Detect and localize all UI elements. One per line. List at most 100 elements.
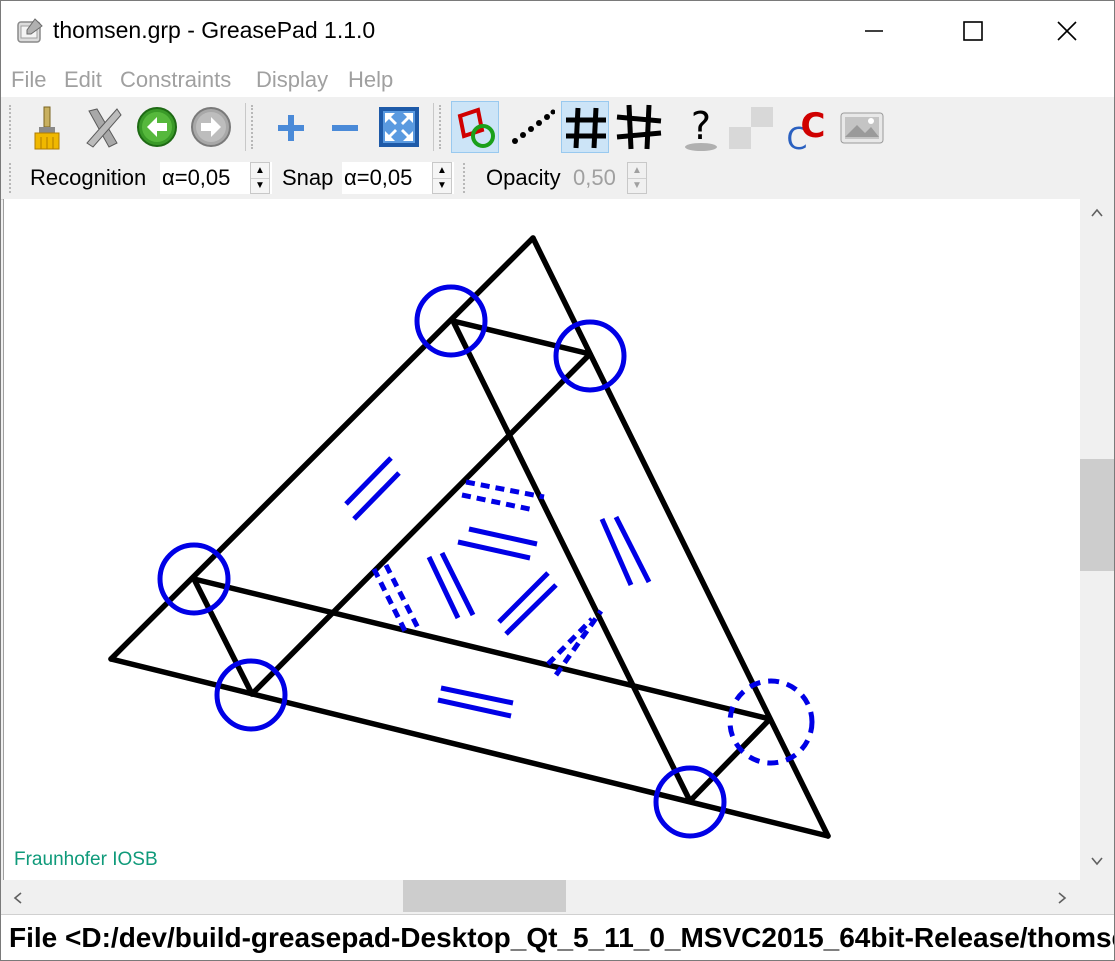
maximize-icon	[963, 21, 983, 41]
snap-spin-buttons: ▲ ▼	[432, 162, 452, 194]
scroll-up-arrow-icon[interactable]	[1090, 203, 1104, 226]
toggle-segments-button[interactable]	[561, 101, 609, 153]
scroll-corner	[1080, 880, 1114, 912]
background-button[interactable]	[727, 101, 775, 153]
parallel-marker	[352, 471, 401, 521]
menu-help[interactable]: Help	[348, 67, 393, 93]
line-segment	[450, 318, 693, 804]
drawing-canvas[interactable]: Fraunhofer IOSB	[3, 199, 1081, 880]
spin-up-arrow-icon[interactable]: ▲	[251, 163, 269, 179]
horizontal-scroll-thumb[interactable]	[403, 880, 566, 912]
svg-text:?: ?	[691, 104, 711, 148]
parallel-marker	[613, 515, 652, 584]
recognition-label: Recognition	[30, 165, 147, 190]
parallel-marker	[344, 456, 393, 506]
scroll-down-arrow-icon[interactable]	[1090, 851, 1104, 874]
parallel-marker	[457, 539, 531, 561]
background-checkerboard-icon	[729, 107, 773, 149]
fit-view-icon	[379, 107, 419, 147]
help-button[interactable]: ?	[677, 101, 725, 153]
close-icon	[1057, 21, 1077, 41]
parallel-marker	[599, 517, 634, 587]
toolbar-grip[interactable]	[251, 105, 256, 149]
zoom-in-button[interactable]	[267, 101, 315, 153]
opacity-value[interactable]: 0,50	[573, 165, 616, 191]
parallel-marker	[468, 526, 538, 547]
brush-icon	[34, 106, 60, 150]
opacity-spin-buttons: ▲ ▼	[627, 162, 647, 194]
show-segments-icon	[566, 107, 606, 149]
spin-up-arrow-icon[interactable]: ▲	[433, 163, 451, 179]
toolbar-separator	[245, 103, 246, 151]
color-icon: C C	[787, 106, 826, 153]
screenshot-button[interactable]	[837, 101, 885, 153]
zoom-out-icon	[332, 125, 358, 131]
zoom-in-icon	[278, 115, 304, 141]
undo-button[interactable]	[133, 101, 181, 153]
snap-label: Snap	[282, 165, 334, 190]
redo-button[interactable]	[187, 101, 235, 153]
screenshot-icon	[840, 112, 884, 144]
help-icon: ?	[685, 104, 717, 151]
toggle-lines-button[interactable]	[615, 101, 663, 153]
color-button[interactable]: C C	[781, 101, 829, 153]
line-segment	[108, 235, 536, 662]
spin-down-arrow-icon[interactable]: ▼	[628, 178, 646, 193]
toolbar-grip[interactable]	[439, 105, 444, 149]
sketch-strokes	[108, 235, 831, 839]
vertical-scroll-thumb[interactable]	[1080, 459, 1114, 571]
clear-all-button[interactable]	[23, 101, 71, 153]
delete-selection-button[interactable]	[79, 101, 127, 153]
main-window: thomsen.grp - GreasePad 1.1.0 File Edit …	[0, 0, 1115, 961]
vertical-scrollbar[interactable]	[1080, 199, 1114, 880]
fit-view-button[interactable]	[375, 101, 423, 153]
maximize-button[interactable]	[949, 1, 995, 61]
snap-alpha-value[interactable]: α=0,05	[344, 165, 412, 191]
delete-x-icon	[86, 108, 122, 148]
menu-bar: File Edit Constraints Display Help	[1, 61, 1114, 97]
show-strokes-icon	[512, 109, 555, 144]
status-bar: File <D:/dev/build-greasepad-Desktop_Qt_…	[1, 914, 1114, 960]
recognition-alpha-spinbox[interactable]: α=0,05 ▲ ▼	[160, 162, 272, 194]
zoom-out-button[interactable]	[321, 101, 369, 153]
toolbar-grip[interactable]	[9, 105, 14, 149]
toolbar-separator	[433, 103, 434, 151]
scroll-left-arrow-icon[interactable]	[11, 888, 25, 911]
parallel-marker-dashed	[383, 563, 421, 630]
parallel-marker	[426, 555, 461, 620]
toolbar-grip[interactable]	[463, 163, 468, 193]
minimize-button[interactable]	[851, 1, 897, 61]
line-segment	[530, 235, 831, 839]
show-lines-icon	[616, 104, 662, 150]
close-button[interactable]	[1044, 1, 1090, 61]
opacity-spinbox[interactable]: 0,50 ▲ ▼	[571, 162, 647, 194]
toggle-strokes-button[interactable]	[507, 101, 555, 153]
menu-display[interactable]: Display	[256, 67, 328, 93]
recognition-alpha-value[interactable]: α=0,05	[162, 165, 230, 191]
snap-alpha-spinbox[interactable]: α=0,05 ▲ ▼	[342, 162, 454, 194]
sketch-drawing	[108, 235, 831, 839]
spin-up-arrow-icon[interactable]: ▲	[628, 163, 646, 179]
parallel-marker-dashed	[461, 492, 535, 513]
status-message: File <D:/dev/build-greasepad-Desktop_Qt_…	[9, 922, 1114, 953]
scroll-right-arrow-icon[interactable]	[1055, 888, 1069, 911]
recognition-spin-buttons: ▲ ▼	[250, 162, 270, 194]
menu-constraints[interactable]: Constraints	[120, 67, 231, 93]
menu-edit[interactable]: Edit	[64, 67, 102, 93]
spin-down-arrow-icon[interactable]: ▼	[251, 178, 269, 193]
window-title: thomsen.grp - GreasePad 1.1.0	[53, 17, 376, 43]
show-constraints-icon	[457, 107, 495, 148]
horizontal-scrollbar[interactable]	[3, 880, 1080, 912]
line-segment	[249, 351, 593, 697]
svg-text:C: C	[801, 106, 826, 146]
main-toolbar: ? C C	[1, 97, 1114, 157]
options-toolbar: Recognition α=0,05 ▲ ▼ Snap α=0,05 ▲ ▼ O…	[1, 157, 1114, 200]
menu-file[interactable]: File	[11, 67, 46, 93]
undo-arrow-icon	[137, 107, 177, 147]
toolbar-grip[interactable]	[9, 163, 14, 193]
watermark-label: Fraunhofer IOSB	[14, 849, 158, 870]
toggle-constraints-button[interactable]	[451, 101, 499, 153]
minimize-icon	[865, 30, 883, 32]
spin-down-arrow-icon[interactable]: ▼	[433, 178, 451, 193]
redo-arrow-icon	[191, 107, 231, 147]
